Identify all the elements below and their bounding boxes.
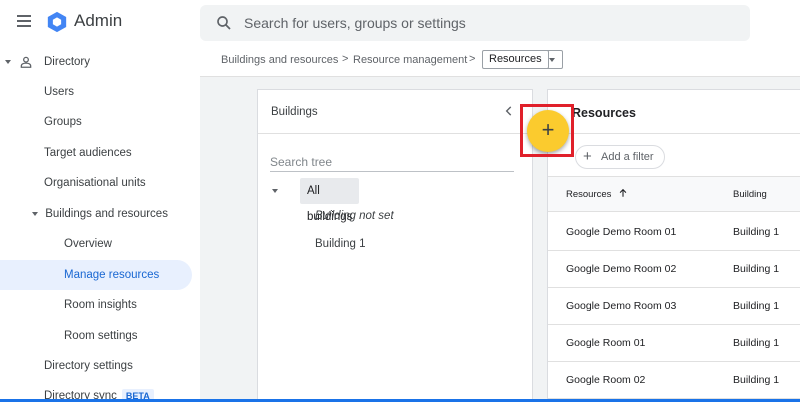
sidebar-item-users[interactable]: Users bbox=[44, 77, 74, 107]
sidebar-label-buildings-resources[interactable]: Buildings and resources bbox=[45, 208, 168, 220]
breadcrumb-dropdown-button[interactable] bbox=[543, 50, 563, 69]
table-row[interactable]: Google Demo Room 01 Building 1 bbox=[548, 214, 800, 251]
add-filter-label[interactable]: Add a filter bbox=[601, 151, 654, 163]
expand-caret-icon[interactable] bbox=[32, 211, 38, 216]
table-row[interactable]: Google Demo Room 02 Building 1 bbox=[548, 251, 800, 288]
cell-resource-name[interactable]: Google Demo Room 01 bbox=[566, 226, 676, 238]
sidebar-item-org-units[interactable]: Organisational units bbox=[44, 168, 146, 198]
column-header-building[interactable]: Building bbox=[733, 189, 767, 200]
tree-node-building-1[interactable]: Building 1 bbox=[315, 238, 366, 250]
table-row[interactable]: Google Room 02 Building 1 bbox=[548, 362, 800, 399]
sort-arrow-up-icon[interactable] bbox=[618, 188, 628, 198]
sidebar-item-room-insights[interactable]: Room insights bbox=[64, 290, 137, 320]
cell-building: Building 1 bbox=[733, 226, 780, 238]
search-bar[interactable]: Search for users, groups or settings bbox=[200, 5, 750, 41]
sidebar-item-directory[interactable]: Directory bbox=[0, 47, 195, 77]
plus-icon: + bbox=[541, 117, 555, 142]
collapse-chevron-left-icon[interactable] bbox=[502, 104, 516, 118]
cell-resource-name[interactable]: Google Demo Room 03 bbox=[566, 300, 676, 312]
add-resource-fab-button[interactable]: + bbox=[527, 110, 569, 152]
search-icon[interactable] bbox=[215, 14, 233, 32]
cell-building: Building 1 bbox=[733, 374, 780, 386]
table-header: Resources Building bbox=[548, 176, 800, 212]
plus-icon: + bbox=[583, 148, 592, 165]
breadcrumb-separator: > bbox=[342, 53, 349, 65]
sidebar-label-directory[interactable]: Directory bbox=[44, 47, 90, 77]
panel-divider bbox=[548, 133, 800, 134]
search-placeholder[interactable]: Search for users, groups or settings bbox=[244, 15, 466, 31]
cell-resource-name[interactable]: Google Room 02 bbox=[566, 374, 645, 386]
resources-panel: Resources + Add a filter Resources Build… bbox=[547, 89, 800, 402]
hamburger-menu-icon[interactable] bbox=[17, 15, 31, 27]
sidebar-item-manage-resources[interactable]: Manage resources bbox=[0, 260, 192, 290]
table-row[interactable]: Google Demo Room 03 Building 1 bbox=[548, 288, 800, 325]
tree-node-building-not-set[interactable]: Building not set bbox=[315, 210, 394, 222]
sidebar-item-buildings-resources[interactable]: Buildings and resources bbox=[32, 199, 168, 229]
tree-label-all-buildings[interactable]: All buildings bbox=[300, 178, 360, 223]
person-icon bbox=[20, 56, 32, 68]
admin-logo-icon[interactable] bbox=[46, 11, 68, 33]
cell-resource-name[interactable]: Google Room 01 bbox=[566, 337, 645, 349]
sidebar-item-groups[interactable]: Groups bbox=[44, 107, 82, 137]
breadcrumb-buildings-resources[interactable]: Buildings and resources bbox=[221, 54, 338, 66]
sidebar-item-target-audiences[interactable]: Target audiences bbox=[44, 138, 132, 168]
tree-expand-caret-icon[interactable] bbox=[272, 189, 278, 193]
sidebar-item-room-settings[interactable]: Room settings bbox=[64, 321, 138, 351]
breadcrumb-resource-management[interactable]: Resource management bbox=[353, 54, 467, 66]
tree-node-all-buildings[interactable]: All buildings bbox=[266, 178, 360, 223]
cell-building: Building 1 bbox=[733, 263, 780, 275]
add-filter-button[interactable]: + Add a filter bbox=[575, 145, 665, 169]
buildings-panel: Buildings All buildings Building not set… bbox=[257, 89, 533, 402]
table-row[interactable]: Google Room 01 Building 1 bbox=[548, 325, 800, 362]
chevron-down-icon bbox=[549, 58, 555, 62]
sidebar-item-overview[interactable]: Overview bbox=[64, 229, 112, 259]
app-title[interactable]: Admin bbox=[74, 11, 122, 31]
resources-panel-title: Resources bbox=[572, 106, 636, 120]
sidebar: Directory Users Groups Target audiences … bbox=[0, 44, 200, 402]
breadcrumb-divider bbox=[200, 76, 800, 77]
breadcrumb-current-resources[interactable]: Resources bbox=[482, 50, 549, 69]
sidebar-item-directory-settings[interactable]: Directory settings bbox=[44, 351, 133, 381]
breadcrumb-separator: > bbox=[469, 53, 476, 65]
expand-caret-icon[interactable] bbox=[5, 60, 11, 64]
cell-building: Building 1 bbox=[733, 337, 780, 349]
buildings-panel-title: Buildings bbox=[271, 106, 318, 118]
column-header-resources[interactable]: Resources bbox=[566, 189, 611, 200]
cell-building: Building 1 bbox=[733, 300, 780, 312]
panel-divider bbox=[258, 133, 532, 134]
cell-resource-name[interactable]: Google Demo Room 02 bbox=[566, 263, 676, 275]
top-bar: Admin Search for users, groups or settin… bbox=[0, 0, 800, 44]
search-tree-input[interactable] bbox=[270, 152, 514, 172]
